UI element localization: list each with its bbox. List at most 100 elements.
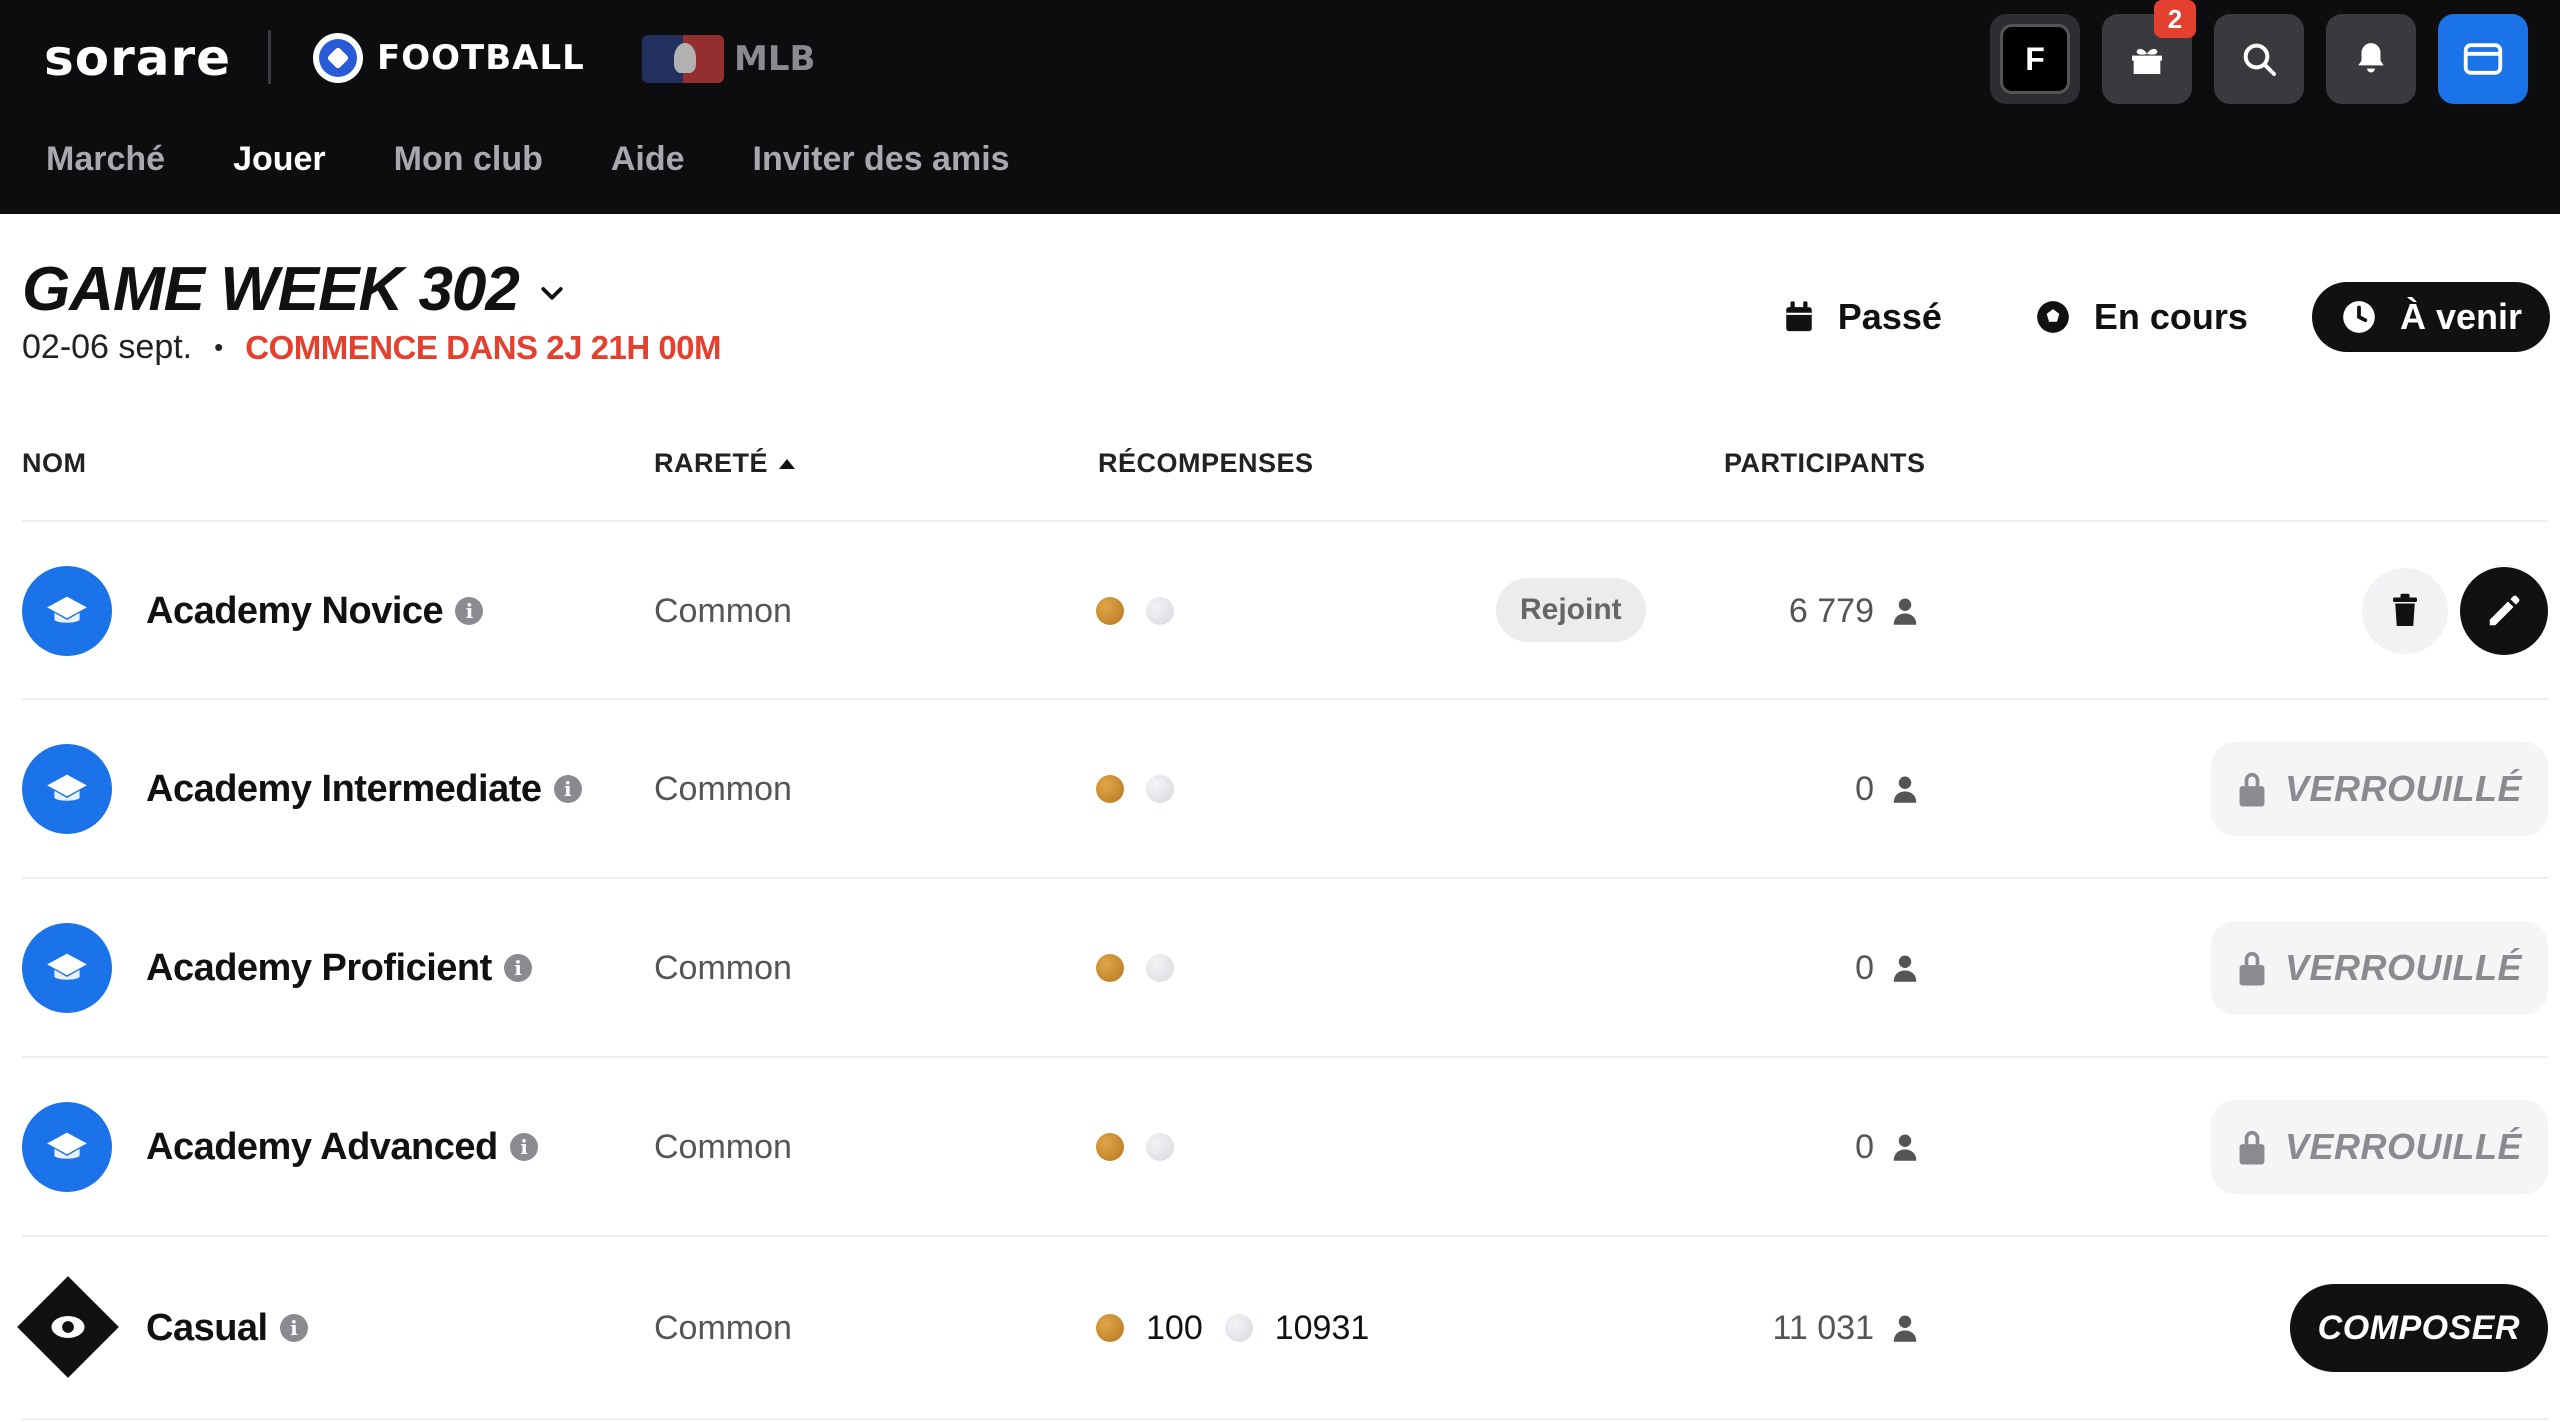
filter-label-a-venir: À venir bbox=[2399, 296, 2522, 337]
academy-graduation-cap-icon bbox=[22, 744, 112, 834]
pencil-icon bbox=[2489, 595, 2520, 626]
participants-count: 0 bbox=[1855, 1127, 1874, 1166]
mlb-logo-icon bbox=[642, 35, 724, 83]
search-icon bbox=[2243, 43, 2276, 76]
info-icon[interactable]: i bbox=[553, 775, 582, 803]
gold-coin-icon bbox=[1096, 954, 1124, 982]
row-actions: VERROUILLÉ bbox=[2210, 1058, 2548, 1236]
competition-name[interactable]: Academy Proficient i bbox=[146, 879, 532, 1057]
filter-passe[interactable]: Passé bbox=[1754, 282, 1970, 352]
separator-dot: • bbox=[214, 332, 224, 362]
info-icon[interactable]: i bbox=[503, 954, 532, 982]
participants-cell: 11 031 bbox=[1773, 1237, 1918, 1419]
gold-coin-icon bbox=[1096, 1314, 1124, 1342]
profile-avatar-button[interactable]: F bbox=[1990, 14, 2080, 104]
competition-name-text: Academy Intermediate bbox=[146, 767, 542, 810]
table-row[interactable]: Academy Advanced i Common 0 VERROUILLÉ bbox=[22, 1056, 2548, 1234]
trash-icon bbox=[2393, 593, 2417, 626]
table-bottom-divider bbox=[22, 1418, 2548, 1420]
reward-silver-amount: 10931 bbox=[1274, 1308, 1370, 1347]
row-actions bbox=[2362, 522, 2548, 700]
sort-ascending-icon bbox=[779, 458, 796, 469]
locked-label: VERROUILLÉ bbox=[2284, 1126, 2522, 1167]
participants-cell: 6 779 bbox=[1789, 522, 1918, 700]
info-icon[interactable]: i bbox=[455, 597, 484, 625]
info-icon[interactable]: i bbox=[509, 1133, 538, 1161]
person-icon bbox=[1893, 598, 1917, 625]
table-row[interactable]: Academy Novice i Common Rejoint 6 779 bbox=[22, 520, 2548, 698]
edit-lineup-button[interactable] bbox=[2460, 567, 2548, 655]
rewards-cell bbox=[1096, 700, 1174, 878]
gold-coin-icon bbox=[1096, 775, 1124, 803]
compose-button[interactable]: COMPOSER bbox=[2289, 1284, 2548, 1372]
wallet-button[interactable] bbox=[2438, 14, 2528, 104]
header-divider bbox=[268, 30, 271, 84]
gold-coin-icon bbox=[1096, 1133, 1124, 1161]
page-title: GAME WEEK 302 bbox=[22, 255, 520, 324]
sport-label-mlb: MLB bbox=[734, 39, 816, 79]
nav-item-aide[interactable]: Aide bbox=[611, 140, 685, 179]
brand-name: sorare bbox=[44, 29, 232, 87]
participants-count: 6 779 bbox=[1788, 591, 1874, 630]
filter-a-venir[interactable]: À venir bbox=[2311, 282, 2550, 352]
table-header: NOM RARETÉ RÉCOMPENSES PARTICIPANTS bbox=[0, 448, 2560, 488]
nav-item-marche[interactable]: Marché bbox=[46, 140, 165, 179]
table-row[interactable]: Casual i Common 100 10931 11 031 COMPOSE… bbox=[17, 1235, 2548, 1419]
sorare-logo[interactable]: sorare bbox=[44, 26, 231, 90]
casual-eye-icon bbox=[17, 1276, 119, 1378]
gameweek-subtitle: 02-06 sept. • COMMENCE DANS 2J 21H 00M bbox=[22, 328, 722, 367]
gift-icon bbox=[2132, 48, 2162, 74]
rarity-cell: Common bbox=[654, 769, 792, 808]
locked-status: VERROUILLÉ bbox=[2210, 1100, 2548, 1194]
competition-name[interactable]: Casual i bbox=[146, 1237, 308, 1419]
rewards-cell bbox=[1096, 522, 1174, 700]
delete-lineup-button[interactable] bbox=[2362, 568, 2448, 654]
person-icon bbox=[1893, 1134, 1917, 1161]
wallet-icon bbox=[2463, 43, 2503, 75]
gameweek-selector[interactable]: GAME WEEK 302 bbox=[22, 254, 567, 325]
search-button[interactable] bbox=[2214, 14, 2304, 104]
calendar-icon bbox=[1786, 301, 1812, 332]
column-header-name[interactable]: NOM bbox=[22, 448, 87, 479]
competition-name[interactable]: Academy Intermediate i bbox=[146, 700, 582, 878]
participants-count: 0 bbox=[1855, 769, 1874, 808]
person-icon bbox=[1893, 955, 1917, 982]
table-row[interactable]: Academy Proficient i Common 0 VERROUILLÉ bbox=[22, 877, 2548, 1055]
nav-item-jouer[interactable]: Jouer bbox=[233, 140, 326, 179]
nav-item-inviter-des-amis[interactable]: Inviter des amis bbox=[753, 140, 1010, 179]
row-actions: COMPOSER bbox=[2289, 1237, 2548, 1419]
period-filters: Passé En cours À venir bbox=[1754, 282, 2550, 352]
sport-switch-football[interactable]: FOOTBALL bbox=[313, 30, 585, 86]
participants-cell: 0 bbox=[1855, 879, 1918, 1057]
filter-en-cours[interactable]: En cours bbox=[2006, 282, 2276, 352]
participants-count: 11 031 bbox=[1772, 1308, 1874, 1347]
competition-name[interactable]: Academy Advanced i bbox=[146, 1058, 538, 1236]
gameweek-countdown: COMMENCE DANS 2J 21H 00M bbox=[245, 328, 722, 366]
nav-item-mon-club[interactable]: Mon club bbox=[394, 140, 543, 179]
table-row[interactable]: Academy Intermediate i Common 0 VERROUIL… bbox=[22, 698, 2548, 876]
rewards-gift-button[interactable]: 2 bbox=[2102, 0, 2196, 104]
column-header-rarity-label: RARETÉ bbox=[654, 448, 769, 478]
header-actions: F 2 bbox=[1990, 0, 2528, 104]
reward-gold-amount: 100 bbox=[1146, 1308, 1203, 1347]
football-icon bbox=[313, 33, 363, 83]
avatar: F bbox=[2000, 24, 2070, 94]
competition-name-text: Casual bbox=[146, 1306, 268, 1349]
silver-coin-icon bbox=[1146, 1133, 1174, 1161]
rewards-cell bbox=[1096, 1058, 1174, 1236]
lock-icon bbox=[2239, 772, 2265, 807]
sport-switch-mlb[interactable]: MLB bbox=[642, 32, 815, 86]
competition-name[interactable]: Academy Novice i bbox=[146, 522, 484, 700]
locked-status: VERROUILLÉ bbox=[2210, 742, 2548, 836]
column-header-participants[interactable]: PARTICIPANTS bbox=[1724, 448, 1926, 479]
locked-label: VERROUILLÉ bbox=[2284, 947, 2522, 988]
column-header-rarity[interactable]: RARETÉ bbox=[654, 448, 796, 479]
rarity-cell: Common bbox=[654, 948, 792, 987]
rewards-cell bbox=[1096, 879, 1174, 1057]
competition-name-text: Academy Novice bbox=[146, 589, 444, 632]
silver-coin-icon bbox=[1146, 597, 1174, 625]
soccer-ball-icon bbox=[2037, 301, 2069, 333]
top-navigation-bar: sorare FOOTBALL MLB F 2 Marché Jouer Mon… bbox=[0, 0, 2560, 214]
info-icon[interactable]: i bbox=[279, 1314, 308, 1342]
notifications-button[interactable] bbox=[2326, 14, 2416, 104]
